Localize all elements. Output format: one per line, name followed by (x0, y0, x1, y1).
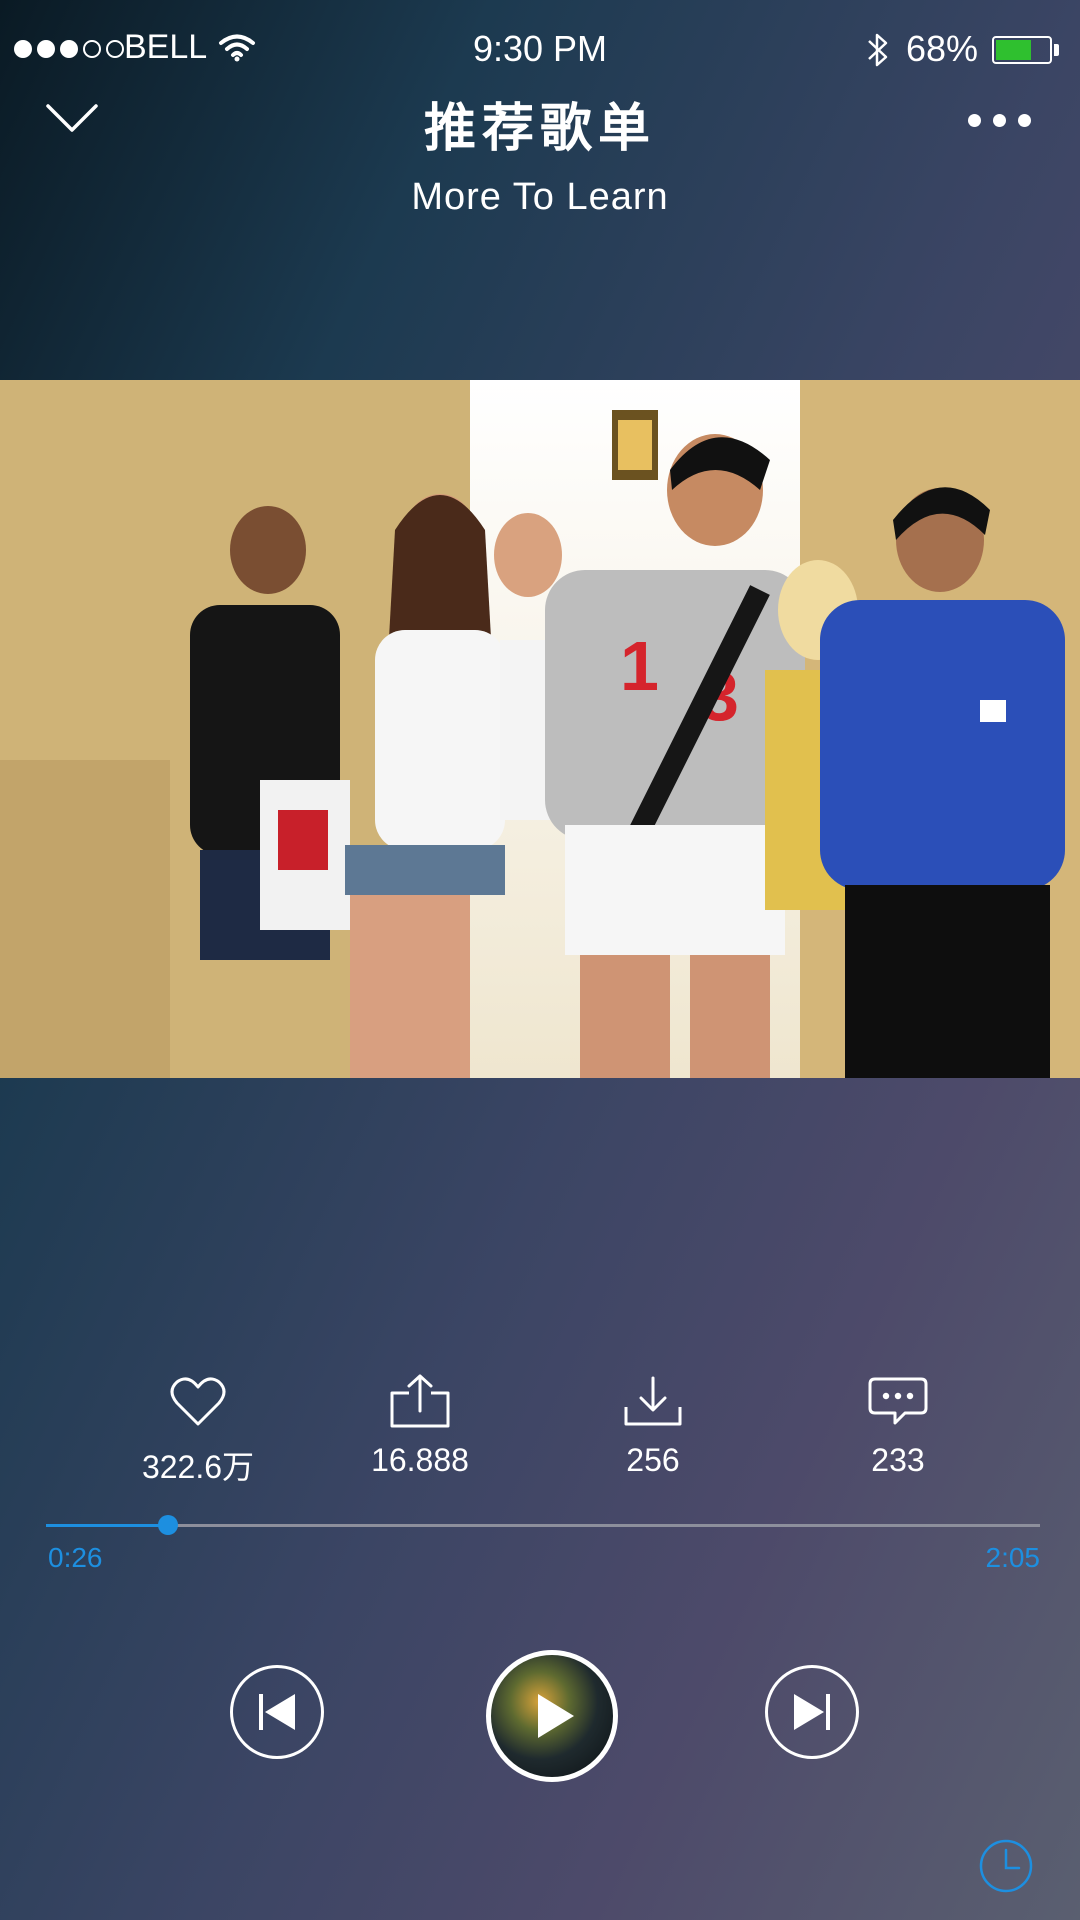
share-action[interactable]: 16.888 (320, 1370, 520, 1479)
bluetooth-icon (866, 30, 890, 75)
share-count: 16.888 (371, 1442, 469, 1478)
play-button[interactable] (486, 1650, 618, 1782)
more-options-button[interactable] (968, 114, 1031, 127)
battery-percent: 68% (906, 28, 979, 69)
download-action[interactable]: 256 (553, 1370, 753, 1479)
status-bar: BELL 9:30 PM 68% (0, 0, 1080, 100)
download-icon (624, 1376, 682, 1426)
progress-slider[interactable] (46, 1515, 1040, 1535)
skip-previous-icon (259, 1694, 295, 1730)
battery-icon (992, 36, 1052, 64)
share-icon (390, 1374, 450, 1428)
like-action[interactable]: 322.6万 (98, 1370, 298, 1488)
play-icon (538, 1694, 574, 1738)
download-count: 256 (626, 1442, 680, 1478)
total-duration: 2:05 (985, 1542, 1041, 1573)
svg-text:1: 1 (620, 627, 659, 705)
skip-next-icon (794, 1694, 830, 1730)
next-button[interactable] (765, 1665, 859, 1759)
playlist-subtitle: More To Learn (411, 176, 669, 218)
previous-button[interactable] (230, 1665, 324, 1759)
elapsed-time: 0:26 (48, 1542, 103, 1573)
heart-icon (170, 1377, 226, 1426)
more-dots-icon (968, 114, 981, 127)
comment-count: 233 (871, 1442, 925, 1478)
progress-fill (46, 1524, 169, 1527)
comment-icon (868, 1377, 928, 1425)
like-count: 322.6万 (141, 1449, 255, 1485)
comment-action[interactable]: 233 (798, 1370, 998, 1479)
cover-image: 1 3 (0, 380, 1080, 1078)
battery-cap (1054, 44, 1059, 56)
clock-icon (979, 1839, 1033, 1893)
page-title: 推荐歌单 (423, 100, 656, 158)
progress-thumb[interactable] (158, 1515, 179, 1535)
sleep-timer-button[interactable] (978, 1838, 1034, 1899)
